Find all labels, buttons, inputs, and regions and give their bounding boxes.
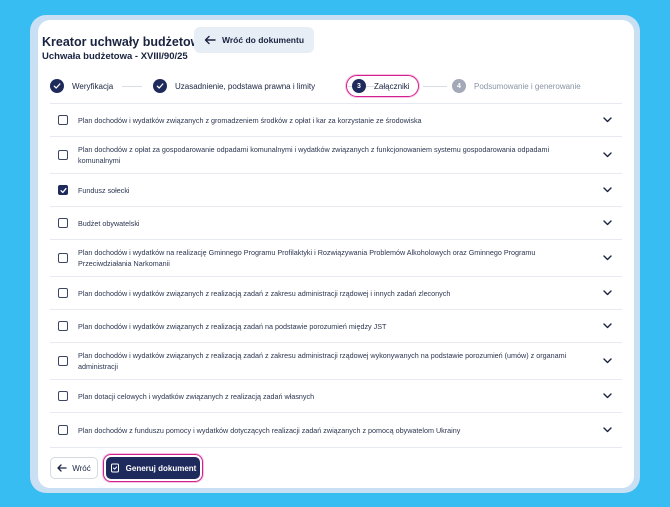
chevron-down-icon[interactable] <box>603 152 612 158</box>
attachment-label: Plan dochodów i wydatków na realizację G… <box>78 248 536 268</box>
attachment-checkbox[interactable] <box>58 425 68 435</box>
attachment-checkbox[interactable] <box>58 253 68 263</box>
attachment-label: Plan dochodów i wydatków związanych z gr… <box>78 115 422 125</box>
list-item[interactable]: Plan dochodów z opłat za gospodarowanie … <box>50 137 622 174</box>
chevron-down-icon[interactable] <box>603 393 612 399</box>
list-item[interactable]: Plan dochodów i wydatków związanych z re… <box>50 277 622 310</box>
back-button[interactable]: Wróć <box>50 457 98 479</box>
step-label: Załączniki <box>374 81 410 91</box>
chevron-down-icon[interactable] <box>603 117 612 123</box>
step-label: Uzasadnienie, podstawa prawna i limity <box>175 81 316 91</box>
attachment-checkbox[interactable] <box>58 356 68 366</box>
step-connector <box>423 86 447 87</box>
step-number: 3 <box>352 79 366 93</box>
generate-button-label: Generuj dokument <box>125 463 197 473</box>
attachment-label: Plan dochodów z opłat za gospodarowanie … <box>78 145 550 165</box>
attachment-label: Plan dochodów i wydatków związanych z re… <box>78 288 451 298</box>
step-connector <box>122 86 142 87</box>
back-button-label: Wróć <box>72 463 91 473</box>
step-number: 4 <box>452 79 466 93</box>
checkmark-icon <box>59 187 67 193</box>
back-to-document-button[interactable]: Wróć do dokumentu <box>194 27 315 53</box>
attachment-label: Fundusz sołecki <box>78 185 130 195</box>
chevron-down-icon[interactable] <box>603 255 612 261</box>
attachment-checkbox[interactable] <box>58 115 68 125</box>
chevron-down-icon[interactable] <box>603 187 612 193</box>
attachment-checkbox[interactable] <box>58 391 68 401</box>
chevron-down-icon[interactable] <box>603 220 612 226</box>
attachment-label: Budżet obywatelski <box>78 218 140 228</box>
step-summary[interactable]: 4 Podsumowanie i generowanie <box>452 75 581 97</box>
arrow-left-icon <box>204 35 216 45</box>
attachment-checkbox[interactable] <box>58 150 68 160</box>
chevron-down-icon[interactable] <box>603 323 612 329</box>
list-item[interactable]: Plan dochodów i wydatków związanych z gr… <box>50 103 622 137</box>
chevron-down-icon[interactable] <box>603 290 612 296</box>
list-item[interactable]: Fundusz sołecki <box>50 174 622 207</box>
resolution-number: Uchwała budżetowa - XVIII/90/25 <box>42 51 188 62</box>
list-item[interactable]: Plan dochodów z funduszu pomocy i wydatk… <box>50 413 622 448</box>
document-generate-icon <box>110 463 119 473</box>
step-label: Podsumowanie i generowanie <box>474 81 581 91</box>
attachment-checkbox[interactable] <box>58 288 68 298</box>
attachment-checkbox[interactable] <box>58 321 68 331</box>
arrow-left-icon <box>57 464 67 472</box>
list-item[interactable]: Budżet obywatelski <box>50 207 622 240</box>
step-attachments[interactable]: 3 Załączniki <box>346 75 419 97</box>
check-circle-icon <box>153 79 167 93</box>
step-label: Weryfikacja <box>72 81 114 91</box>
chevron-down-icon[interactable] <box>603 427 612 433</box>
list-item[interactable]: Plan dotacji celowych i wydatków związan… <box>50 380 622 413</box>
attachment-checkbox[interactable] <box>58 218 68 228</box>
attachment-label: Plan dotacji celowych i wydatków związan… <box>78 391 315 401</box>
wizard-card: Kreator uchwały budżetowej Wróć do dokum… <box>38 20 634 488</box>
generate-document-button[interactable]: Generuj dokument <box>106 457 200 479</box>
wizard-stepper: Weryfikacja Uzasadnienie, podstawa prawn… <box>50 75 610 97</box>
attachment-label: Plan dochodów z funduszu pomocy i wydatk… <box>78 425 461 435</box>
generate-button-focus-ring: Generuj dokument <box>103 454 203 482</box>
list-item[interactable]: Plan dochodów i wydatków związanych z re… <box>50 310 622 343</box>
chevron-down-icon[interactable] <box>603 358 612 364</box>
attachment-label: Plan dochodów i wydatków związanych z re… <box>78 321 387 331</box>
list-item[interactable]: Plan dochodów i wydatków związanych z re… <box>50 343 622 380</box>
back-to-document-label: Wróć do dokumentu <box>222 35 305 45</box>
attachment-checkbox[interactable] <box>58 185 68 195</box>
check-circle-icon <box>50 79 64 93</box>
step-verification[interactable]: Weryfikacja <box>50 75 113 97</box>
step-justification[interactable]: Uzasadnienie, podstawa prawna i limity <box>153 75 315 97</box>
list-item[interactable]: Plan dochodów i wydatków na realizację G… <box>50 240 622 277</box>
attachment-label: Plan dochodów i wydatków związanych z re… <box>78 351 567 371</box>
page-title: Kreator uchwały budżetowej <box>42 35 211 49</box>
attachments-list: Plan dochodów i wydatków związanych z gr… <box>50 103 622 448</box>
